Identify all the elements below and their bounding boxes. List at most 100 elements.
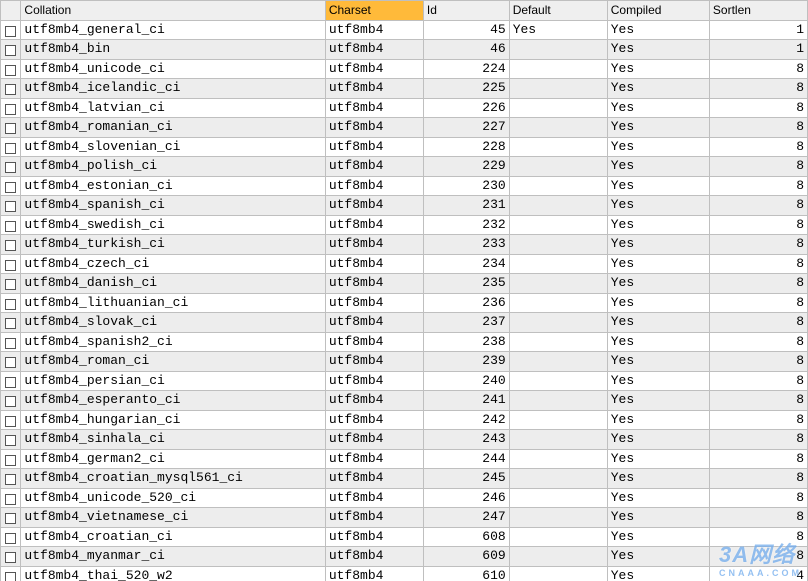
checkbox-icon[interactable] [5,435,16,446]
row-checkbox[interactable] [1,410,21,430]
row-checkbox[interactable] [1,430,21,450]
checkbox-icon[interactable] [5,474,16,485]
row-checkbox[interactable] [1,176,21,196]
table-row[interactable]: utf8mb4_croatian_ciutf8mb4608Yes8 [1,527,808,547]
table-row[interactable]: utf8mb4_slovak_ciutf8mb4237Yes8 [1,313,808,333]
checkbox-icon[interactable] [5,26,16,37]
row-checkbox[interactable] [1,235,21,255]
table-row[interactable]: utf8mb4_binutf8mb446Yes1 [1,40,808,60]
row-checkbox[interactable] [1,352,21,372]
row-checkbox[interactable] [1,274,21,294]
cell-sortlen: 8 [709,79,807,99]
checkbox-icon[interactable] [5,123,16,134]
table-row[interactable]: utf8mb4_roman_ciutf8mb4239Yes8 [1,352,808,372]
table-row[interactable]: utf8mb4_slovenian_ciutf8mb4228Yes8 [1,137,808,157]
row-checkbox[interactable] [1,196,21,216]
cell-sortlen: 8 [709,137,807,157]
table-row[interactable]: utf8mb4_general_ciutf8mb445YesYes1 [1,20,808,40]
checkbox-icon[interactable] [5,279,16,290]
row-checkbox[interactable] [1,40,21,60]
table-row[interactable]: utf8mb4_lithuanian_ciutf8mb4236Yes8 [1,293,808,313]
column-header-checkbox[interactable] [1,1,21,21]
checkbox-icon[interactable] [5,513,16,524]
row-checkbox[interactable] [1,137,21,157]
checkbox-icon[interactable] [5,533,16,544]
row-checkbox[interactable] [1,566,21,581]
checkbox-icon[interactable] [5,201,16,212]
cell-charset: utf8mb4 [325,274,423,294]
table-row[interactable]: utf8mb4_latvian_ciutf8mb4226Yes8 [1,98,808,118]
checkbox-icon[interactable] [5,143,16,154]
table-row[interactable]: utf8mb4_swedish_ciutf8mb4232Yes8 [1,215,808,235]
row-checkbox[interactable] [1,371,21,391]
checkbox-icon[interactable] [5,84,16,95]
checkbox-icon[interactable] [5,299,16,310]
row-checkbox[interactable] [1,20,21,40]
cell-charset: utf8mb4 [325,547,423,567]
row-checkbox[interactable] [1,313,21,333]
column-header-sortlen[interactable]: Sortlen [709,1,807,21]
checkbox-icon[interactable] [5,221,16,232]
table-row[interactable]: utf8mb4_czech_ciutf8mb4234Yes8 [1,254,808,274]
checkbox-icon[interactable] [5,494,16,505]
table-row[interactable]: utf8mb4_thai_520_w2utf8mb4610Yes4 [1,566,808,581]
row-checkbox[interactable] [1,508,21,528]
checkbox-icon[interactable] [5,357,16,368]
column-header-compiled[interactable]: Compiled [607,1,709,21]
table-row[interactable]: utf8mb4_hungarian_ciutf8mb4242Yes8 [1,410,808,430]
table-row[interactable]: utf8mb4_sinhala_ciutf8mb4243Yes8 [1,430,808,450]
table-row[interactable]: utf8mb4_croatian_mysql561_ciutf8mb4245Ye… [1,469,808,489]
checkbox-icon[interactable] [5,260,16,271]
checkbox-icon[interactable] [5,338,16,349]
checkbox-icon[interactable] [5,182,16,193]
checkbox-icon[interactable] [5,455,16,466]
checkbox-icon[interactable] [5,416,16,427]
table-row[interactable]: utf8mb4_myanmar_ciutf8mb4609Yes8 [1,547,808,567]
column-header-charset[interactable]: Charset [325,1,423,21]
table-row[interactable]: utf8mb4_estonian_ciutf8mb4230Yes8 [1,176,808,196]
row-checkbox[interactable] [1,391,21,411]
row-checkbox[interactable] [1,98,21,118]
checkbox-icon[interactable] [5,65,16,76]
checkbox-icon[interactable] [5,572,16,581]
column-header-id[interactable]: Id [423,1,509,21]
checkbox-icon[interactable] [5,240,16,251]
table-row[interactable]: utf8mb4_icelandic_ciutf8mb4225Yes8 [1,79,808,99]
row-checkbox[interactable] [1,59,21,79]
row-checkbox[interactable] [1,254,21,274]
table-row[interactable]: utf8mb4_vietnamese_ciutf8mb4247Yes8 [1,508,808,528]
row-checkbox[interactable] [1,449,21,469]
row-checkbox[interactable] [1,469,21,489]
table-row[interactable]: utf8mb4_german2_ciutf8mb4244Yes8 [1,449,808,469]
table-row[interactable]: utf8mb4_danish_ciutf8mb4235Yes8 [1,274,808,294]
row-checkbox[interactable] [1,215,21,235]
table-row[interactable]: utf8mb4_polish_ciutf8mb4229Yes8 [1,157,808,177]
table-row[interactable]: utf8mb4_turkish_ciutf8mb4233Yes8 [1,235,808,255]
cell-compiled: Yes [607,527,709,547]
table-row[interactable]: utf8mb4_unicode_ciutf8mb4224Yes8 [1,59,808,79]
checkbox-icon[interactable] [5,318,16,329]
table-row[interactable]: utf8mb4_persian_ciutf8mb4240Yes8 [1,371,808,391]
table-row[interactable]: utf8mb4_esperanto_ciutf8mb4241Yes8 [1,391,808,411]
cell-collation: utf8mb4_spanish_ci [21,196,325,216]
table-row[interactable]: utf8mb4_spanish2_ciutf8mb4238Yes8 [1,332,808,352]
checkbox-icon[interactable] [5,396,16,407]
table-row[interactable]: utf8mb4_spanish_ciutf8mb4231Yes8 [1,196,808,216]
checkbox-icon[interactable] [5,377,16,388]
row-checkbox[interactable] [1,527,21,547]
row-checkbox[interactable] [1,79,21,99]
checkbox-icon[interactable] [5,162,16,173]
row-checkbox[interactable] [1,488,21,508]
row-checkbox[interactable] [1,547,21,567]
row-checkbox[interactable] [1,157,21,177]
table-row[interactable]: utf8mb4_unicode_520_ciutf8mb4246Yes8 [1,488,808,508]
column-header-collation[interactable]: Collation [21,1,325,21]
row-checkbox[interactable] [1,118,21,138]
column-header-default[interactable]: Default [509,1,607,21]
checkbox-icon[interactable] [5,552,16,563]
row-checkbox[interactable] [1,332,21,352]
row-checkbox[interactable] [1,293,21,313]
table-row[interactable]: utf8mb4_romanian_ciutf8mb4227Yes8 [1,118,808,138]
checkbox-icon[interactable] [5,104,16,115]
checkbox-icon[interactable] [5,45,16,56]
